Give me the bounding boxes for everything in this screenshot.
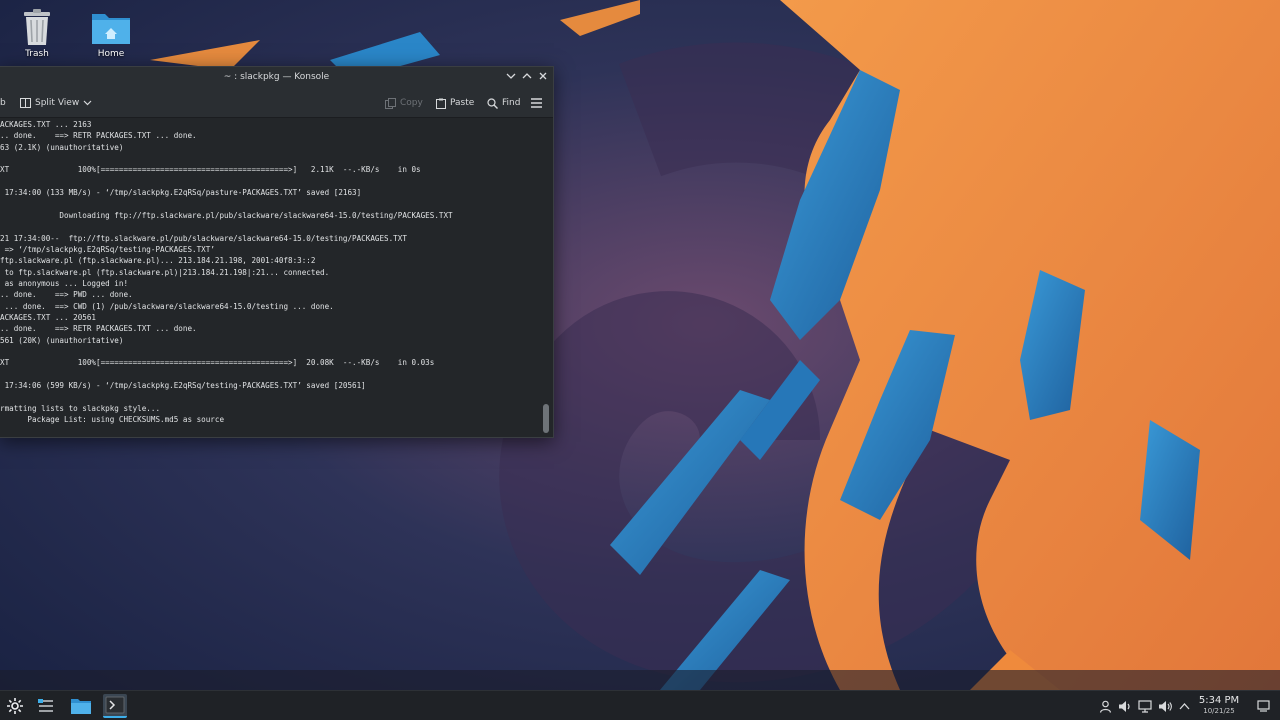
new-tab-button[interactable]: b: [0, 97, 6, 109]
terminal-line: Package List: using CHECKSUMS.md5 as sou…: [0, 415, 225, 425]
terminal-line: ACKAGES.TXT ... 20561: [0, 312, 97, 322]
user-icon: [1099, 700, 1111, 713]
konsole-task[interactable]: [103, 694, 127, 718]
digital-clock[interactable]: 5:34 PM 10/21/25: [1190, 695, 1248, 715]
clock-time: 5:34 PM: [1198, 695, 1240, 706]
application-launcher-button[interactable]: [3, 694, 27, 718]
terminal-line: 17:34:06 (599 KB/s) - ‘/tmp/slackpkg.E2q…: [0, 381, 366, 391]
show-desktop-button[interactable]: [1255, 698, 1271, 714]
terminal-line: .. done. ==> RETR PACKAGES.TXT ... done.: [0, 131, 197, 141]
taskbar-panel: 5:34 PM 10/21/25: [0, 690, 1280, 720]
maximize-button[interactable]: [521, 71, 533, 83]
file-manager-icon: [71, 699, 91, 714]
konsole-window[interactable]: ~ : slackpkg — Konsole b Split View Copy…: [0, 66, 554, 438]
display-icon: [1138, 699, 1152, 713]
clock-date: 10/21/25: [1203, 707, 1235, 715]
new-tab-label: b: [0, 98, 6, 108]
terminal-line: rmatting lists to slackpkg style...: [0, 403, 161, 413]
terminal-line: to ftp.slackware.pl (ftp.slackware.pl)|2…: [0, 267, 330, 277]
find-label: Find: [502, 98, 521, 108]
audio-icon: [1119, 700, 1130, 712]
audio-tray-item[interactable]: [1117, 698, 1133, 714]
paste-icon: [436, 98, 446, 109]
close-button[interactable]: [537, 71, 549, 83]
terminal-scrollbar[interactable]: [543, 404, 549, 433]
desktop-icon-home[interactable]: Home: [75, 8, 147, 59]
terminal-line: 63 (2.1K) (unauthoritative): [0, 142, 124, 152]
find-button[interactable]: Find: [487, 97, 520, 109]
terminal-line: Downloading ftp://ftp.slackware.pl/pub/s…: [0, 210, 453, 220]
terminal-line: ... done. ==> CWD (1) /pub/slackware/sla…: [0, 301, 334, 311]
home-folder-icon: [92, 14, 130, 44]
terminal-line: XT 100%[================================…: [0, 165, 421, 175]
pager-icon: [38, 699, 53, 712]
volume-icon: [1158, 700, 1172, 712]
split-view-icon: [20, 98, 31, 108]
chevron-down-icon: [83, 100, 92, 106]
terminal-line: 21 17:34:00-- ftp://ftp.slackware.pl/pub…: [0, 233, 407, 243]
trash-icon: [24, 9, 50, 45]
application-launcher-icon: [7, 698, 23, 714]
close-icon: [539, 72, 547, 80]
split-view-button[interactable]: Split View: [20, 97, 92, 109]
chevron-down-icon: [506, 73, 516, 79]
desktop-icon-trash[interactable]: Trash: [1, 8, 73, 59]
terminal-line: 17:34:00 (133 MB/s) - ‘/tmp/slackpkg.E2q…: [0, 188, 362, 198]
minimize-button[interactable]: [505, 71, 517, 83]
split-view-label: Split View: [35, 98, 80, 108]
window-titlebar[interactable]: ~ : slackpkg — Konsole: [0, 67, 553, 88]
window-title: ~ : slackpkg — Konsole: [223, 72, 330, 82]
file-manager-task[interactable]: [69, 694, 93, 718]
paste-button[interactable]: Paste: [436, 97, 474, 109]
hamburger-menu-button[interactable]: [531, 97, 542, 109]
terminal-line: as anonymous ... Logged in!: [0, 278, 129, 288]
copy-icon: [385, 97, 396, 109]
terminal-line: .. done. ==> RETR PACKAGES.TXT ... done.: [0, 324, 197, 334]
chevron-up-icon: [522, 73, 532, 79]
display-tray-item[interactable]: [1137, 698, 1153, 714]
copy-button[interactable]: Copy: [385, 97, 423, 109]
volume-tray-item[interactable]: [1157, 698, 1173, 714]
chevron-up-icon: [1179, 702, 1189, 709]
terminal-line: => ‘/tmp/slackpkg.E2qRSq/testing-PACKAGE…: [0, 244, 215, 254]
desktop-icon-label: Home: [97, 49, 125, 59]
paste-label: Paste: [450, 98, 475, 108]
konsole-toolbar: b Split View Copy Paste Find: [0, 88, 553, 118]
show-desktop-icon: [1256, 700, 1270, 712]
terminal-output[interactable]: ACKAGES.TXT ... 2163 .. done. ==> RETR PA…: [0, 118, 542, 436]
konsole-task-icon: [105, 696, 125, 714]
terminal-line: ftp.slackware.pl (ftp.slackware.pl)... 2…: [0, 256, 316, 266]
user-tray-item[interactable]: [1097, 698, 1113, 714]
terminal-line: ACKAGES.TXT ... 2163: [0, 120, 92, 129]
desktop-icon-label: Trash: [25, 49, 49, 59]
hamburger-menu-icon: [531, 98, 542, 108]
pager-button[interactable]: [34, 694, 58, 718]
terminal-line: XT 100%[================================…: [0, 358, 435, 368]
terminal-line: .. done. ==> PWD ... done.: [0, 290, 133, 300]
terminal-line: 561 (20K) (unauthoritative): [0, 335, 124, 345]
search-icon: [487, 97, 498, 109]
copy-label: Copy: [400, 98, 423, 108]
